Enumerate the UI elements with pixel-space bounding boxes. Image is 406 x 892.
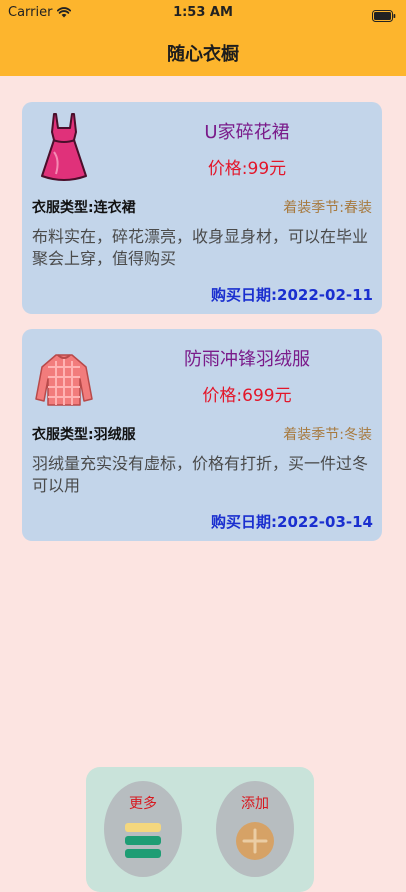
status-time: 1:53 AM (173, 5, 233, 20)
item-name: U家碎花裙 (204, 122, 290, 143)
clothing-card[interactable]: 防雨冲锋羽绒服 价格:699元 衣服类型:羽绒服 着装季节:冬装 羽绒量充实没有… (22, 329, 382, 541)
item-season: 着装季节:冬装 (283, 427, 372, 443)
item-type: 衣服类型:羽绒服 (32, 427, 136, 443)
item-purchase-date: 购买日期:2022-03-14 (211, 513, 373, 531)
dress-icon (34, 110, 94, 186)
down-jacket-icon (34, 337, 94, 413)
bottom-toolbar: 更多 添加 (86, 767, 314, 892)
clothing-card[interactable]: U家碎花裙 价格:99元 衣服类型:连衣裙 着装季节:春装 布料实在，碎花漂亮，… (22, 102, 382, 314)
item-description: 布料实在，碎花漂亮，收身显身材，可以在毕业聚会上穿，值得购买 (32, 227, 369, 268)
stack-icon (123, 821, 163, 865)
item-description: 羽绒量充实没有虚标，价格有打折，买一件过冬可以用 (32, 454, 369, 495)
more-button[interactable]: 更多 (104, 781, 182, 877)
more-button-label: 更多 (129, 796, 157, 812)
app-header: Carrier 1:53 AM 随心衣橱 (0, 0, 406, 76)
page-title: 随心衣橱 (167, 44, 239, 65)
item-season: 着装季节:春装 (283, 200, 372, 216)
item-name: 防雨冲锋羽绒服 (184, 349, 310, 370)
add-button-label: 添加 (241, 796, 269, 812)
battery-icon (372, 7, 396, 26)
item-type: 衣服类型:连衣裙 (32, 200, 136, 216)
add-button[interactable]: 添加 (216, 781, 294, 877)
plus-circle-icon (235, 821, 275, 865)
item-price: 价格:99元 (207, 159, 287, 179)
item-purchase-date: 购买日期:2022-02-11 (211, 286, 373, 304)
item-price: 价格:699元 (202, 386, 292, 406)
